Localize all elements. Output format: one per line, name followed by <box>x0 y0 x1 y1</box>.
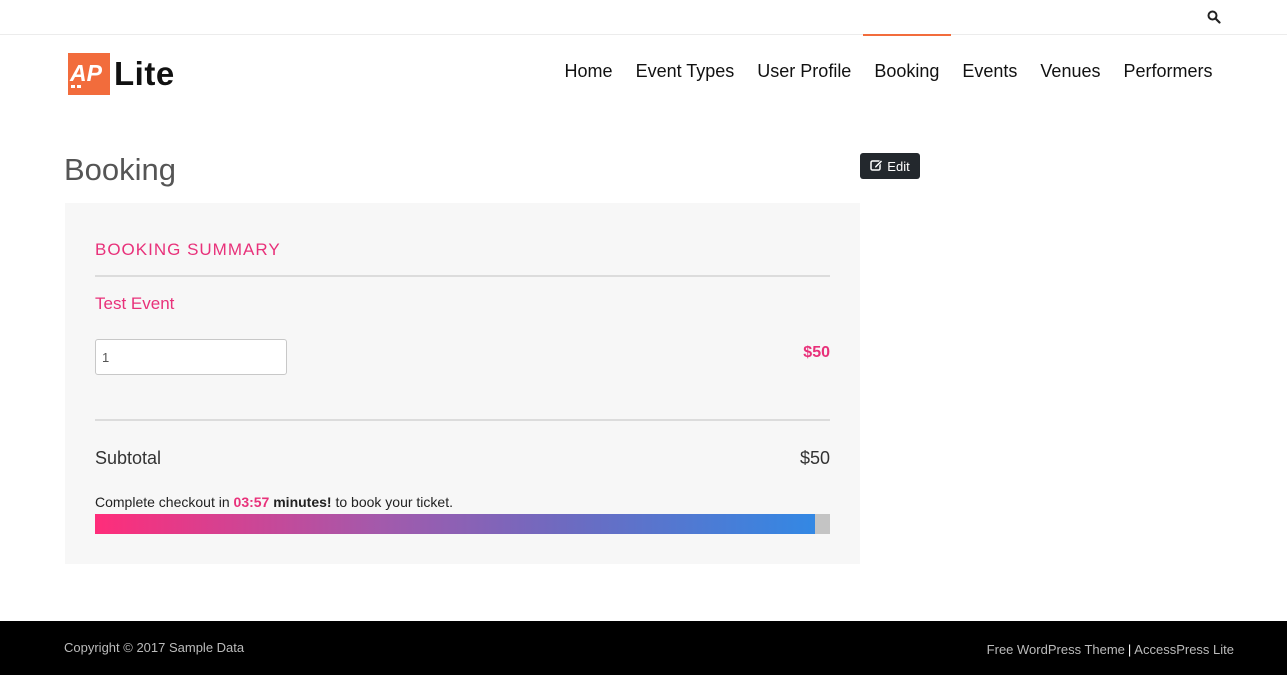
page-title: Booking <box>64 152 177 187</box>
quantity-input[interactable] <box>95 339 287 375</box>
edit-icon <box>870 159 887 174</box>
nav-item-home[interactable]: Home <box>553 36 624 111</box>
edit-button[interactable]: Edit <box>860 153 920 179</box>
site-logo[interactable]: AP Lite <box>68 53 175 95</box>
checkout-timer: 03:57 <box>233 494 270 510</box>
booking-summary-heading: BOOKING SUMMARY <box>95 240 281 259</box>
svg-text:AP: AP <box>69 60 103 86</box>
subtotal-label: Subtotal <box>95 448 162 468</box>
nav-item-user-profile[interactable]: User Profile <box>746 36 863 111</box>
checkout-message: Complete checkout in 03:57 minutes! to b… <box>95 494 453 510</box>
logo-mark: AP <box>68 53 110 95</box>
nav-item-performers[interactable]: Performers <box>1112 36 1224 111</box>
top-bar <box>0 0 1287 35</box>
nav-item-venues[interactable]: Venues <box>1029 36 1112 111</box>
footer-separator: | <box>1127 642 1132 657</box>
event-name: Test Event <box>95 294 175 313</box>
checkout-progress-bar <box>95 514 830 534</box>
nav-item-event-types[interactable]: Event Types <box>624 36 746 111</box>
booking-summary: BOOKING SUMMARY Test Event $50 Subtotal … <box>65 203 860 564</box>
subtotal-value: $50 <box>799 448 830 468</box>
footer-credits: Free WordPress Theme | AccessPress Lite <box>987 642 1234 657</box>
checkout-prefix: Complete checkout in <box>95 494 230 510</box>
footer-link-theme[interactable]: Free WordPress Theme <box>987 642 1125 657</box>
divider <box>95 275 830 277</box>
site-footer: Copyright © 2017 Sample Data Free WordPr… <box>0 621 1287 675</box>
copyright: Copyright © 2017 Sample Data <box>64 640 245 655</box>
footer-link-accesspress[interactable]: AccessPress Lite <box>1134 642 1234 657</box>
nav-item-events[interactable]: Events <box>951 36 1029 111</box>
checkout-timer-unit: minutes! <box>273 494 332 510</box>
site-header: AP Lite Home Event Types User Profile Bo… <box>0 34 1287 111</box>
checkout-progress-fill <box>95 514 816 534</box>
main-nav: Home Event Types User Profile Booking Ev… <box>553 34 1224 111</box>
search-icon[interactable] <box>1207 10 1221 24</box>
divider <box>95 419 830 421</box>
checkout-suffix: to book your ticket. <box>335 494 453 510</box>
logo-text: Lite <box>114 55 175 92</box>
nav-item-booking[interactable]: Booking <box>862 34 951 111</box>
ticket-price: $50 <box>803 344 830 361</box>
edit-button-label: Edit <box>887 158 910 174</box>
